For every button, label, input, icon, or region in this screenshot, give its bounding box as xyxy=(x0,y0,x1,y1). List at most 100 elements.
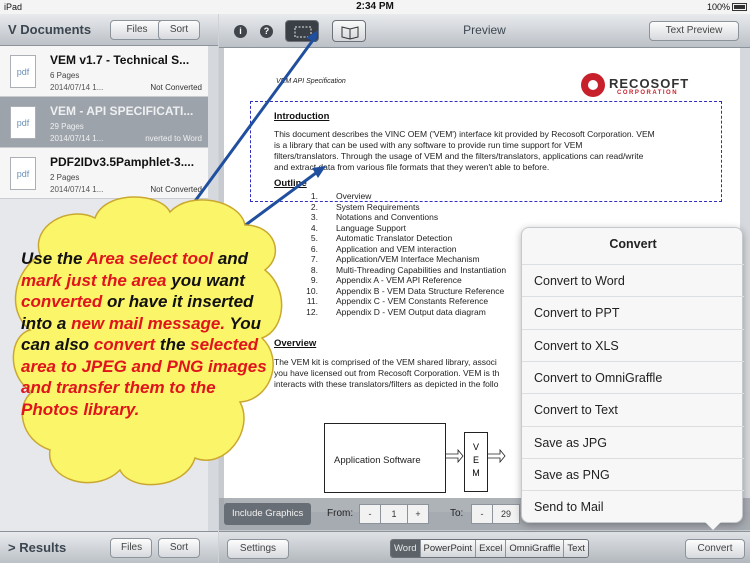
diagram-vem-letter: E xyxy=(472,455,479,465)
document-name: VEM v1.7 - Technical S... xyxy=(50,53,190,67)
format-option-text[interactable]: Text xyxy=(564,540,588,557)
documents-sort-button[interactable]: Sort xyxy=(158,20,200,40)
outline-number: 6. xyxy=(310,243,318,254)
page-header: VEM API Specification xyxy=(276,78,346,85)
diagram-app-box: Application Software xyxy=(324,423,446,493)
outline-item: Overview xyxy=(336,191,372,201)
outline-item: Appendix C - VEM Constants Reference xyxy=(336,296,489,306)
callout-segment: the xyxy=(155,335,191,354)
callout-text: Use the Area select tool and mark just t… xyxy=(21,248,271,420)
outline-item: Multi-Threading Capabilities and Instant… xyxy=(336,264,507,275)
format-option-excel[interactable]: Excel xyxy=(476,540,507,557)
pdf-file-icon: pdf xyxy=(10,106,36,139)
document-name: VEM - API SPECIFICATI... xyxy=(50,104,194,118)
to-label: To: xyxy=(450,508,464,519)
document-status: nverted to Word xyxy=(145,134,202,143)
callout-highlight: new mail message. xyxy=(71,313,226,333)
battery-icon xyxy=(732,3,747,11)
battery-percent: 100% xyxy=(706,2,730,12)
convert-menu-item[interactable]: Convert to OmniGraffle xyxy=(522,360,744,393)
intro-line: is a library that can be used with any s… xyxy=(274,140,583,150)
documents-title[interactable]: V Documents xyxy=(8,22,91,37)
overview-line: you have licensed out from Recosoft Corp… xyxy=(274,368,500,378)
intro-line: filters/translators. Through the usage o… xyxy=(274,151,644,161)
convert-menu-item[interactable]: Convert to XLS xyxy=(522,328,744,361)
outline-number: 9. xyxy=(310,275,318,285)
chevron-down-icon: V xyxy=(8,22,17,37)
documents-header: V Documents Files Sort xyxy=(0,14,218,46)
convert-menu-item[interactable]: Convert to PPT xyxy=(522,296,744,328)
documents-files-button[interactable]: Files xyxy=(110,20,164,40)
convert-menu-item[interactable]: Save as PNG xyxy=(522,457,744,490)
diagram-app-label: Application Software xyxy=(334,455,421,466)
outline-item: Appendix D - VEM Output data diagram xyxy=(336,306,486,317)
document-status: Not Converted xyxy=(150,185,202,194)
convert-button[interactable]: Convert xyxy=(685,539,745,559)
overview-heading: Overview xyxy=(274,338,317,349)
outline-item: Automatic Translator Detection xyxy=(336,233,453,243)
diagram-vem-letter: V xyxy=(472,442,479,452)
callout-highlight: convert xyxy=(93,335,156,354)
outline-number: 1. xyxy=(310,191,318,201)
document-row[interactable]: pdf VEM - API SPECIFICATI... 29 Pages 20… xyxy=(0,97,208,148)
text-preview-button[interactable]: Text Preview xyxy=(649,21,739,41)
results-sort-button[interactable]: Sort xyxy=(158,538,200,558)
convert-menu-item[interactable]: Save as JPG xyxy=(522,425,744,458)
format-option-word[interactable]: Word xyxy=(391,540,421,557)
outline-item: Appendix A - VEM API Reference xyxy=(336,275,462,285)
document-status: Not Converted xyxy=(150,83,202,92)
outline-item: System Requirements xyxy=(336,201,420,212)
format-option-powerpoint[interactable]: PowerPoint xyxy=(420,540,477,557)
popover-title: Convert xyxy=(609,237,657,251)
callout-highlight: converted xyxy=(21,292,103,311)
document-date: 2014/07/14 1... xyxy=(50,134,104,143)
convert-popover: Convert Convert to Word Convert to PPT Con… xyxy=(521,227,744,523)
include-graphics-button[interactable]: Include Graphics xyxy=(224,503,312,525)
format-option-omnigraffle[interactable]: OmniGraffle xyxy=(506,540,565,557)
intro-heading: Introduction xyxy=(274,111,330,122)
from-increment-button[interactable]: + xyxy=(407,504,429,524)
results-title[interactable]: > Results xyxy=(8,540,66,555)
diagram-arrow-icon xyxy=(446,448,464,464)
document-date: 2014/07/14 1... xyxy=(50,83,104,92)
settings-button[interactable]: Settings xyxy=(227,539,289,559)
document-pages: 2 Pages xyxy=(50,173,80,182)
document-pages: 29 Pages xyxy=(50,122,84,131)
chevron-right-icon: > xyxy=(8,540,16,555)
to-page-input[interactable]: 29 xyxy=(492,504,520,524)
outline-item: Notations and Conventions xyxy=(336,212,439,222)
from-page-input[interactable]: 1 xyxy=(380,504,408,524)
outline-number: 3. xyxy=(310,212,318,222)
from-label: From: xyxy=(327,508,354,519)
results-header: > Results Files Sort xyxy=(0,531,218,563)
outline-number: 8. xyxy=(310,264,318,275)
pdf-file-icon: pdf xyxy=(10,55,36,88)
outline-number: 5. xyxy=(310,233,318,243)
outline-item: Appendix B - VEM Data Structure Referenc… xyxy=(336,285,505,296)
recosoft-logo-icon xyxy=(581,73,605,97)
convert-menu-item[interactable]: Convert to Text xyxy=(522,393,744,425)
outline-number: 2. xyxy=(310,201,318,212)
diagram-arrow-icon xyxy=(488,448,506,464)
document-pages: 6 Pages xyxy=(50,71,80,80)
from-decrement-button[interactable]: - xyxy=(359,504,381,524)
status-time: 2:34 PM xyxy=(356,1,394,12)
callout-segment: Use the xyxy=(21,249,87,268)
to-decrement-button[interactable]: - xyxy=(471,504,493,524)
convert-menu-item[interactable]: Convert to Word xyxy=(522,264,744,296)
results-files-button[interactable]: Files xyxy=(110,538,152,558)
document-row[interactable]: pdf PDF2IDv3.5Pamphlet-3.... 2 Pages 201… xyxy=(0,148,208,199)
document-name: PDF2IDv3.5Pamphlet-3.... xyxy=(50,155,195,169)
pdf-file-icon: pdf xyxy=(10,157,36,190)
callout-segment: and xyxy=(213,249,249,268)
outline-number: 10. xyxy=(306,285,318,296)
outline-heading: Outline xyxy=(274,178,307,189)
callout-segment: you want xyxy=(166,270,245,290)
document-row[interactable]: pdf VEM v1.7 - Technical S... 6 Pages 20… xyxy=(0,46,208,97)
outline-number: 7. xyxy=(310,254,318,264)
callout-highlight: Area select tool xyxy=(86,249,214,268)
document-date: 2014/07/14 1... xyxy=(50,185,104,194)
outline-item: Application and VEM interaction xyxy=(336,243,457,254)
bottom-toolbar: Settings Word PowerPoint Excel OmniGraffle T… xyxy=(219,531,750,563)
convert-menu-item[interactable]: Send to Mail xyxy=(522,490,744,522)
